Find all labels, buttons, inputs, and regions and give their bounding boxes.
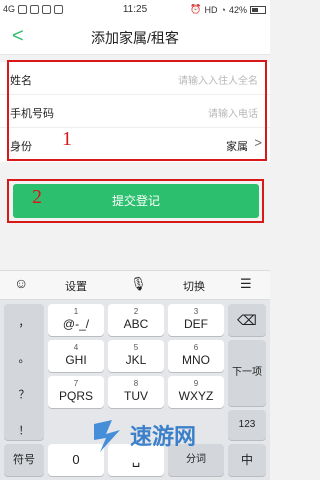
- symbol-button[interactable]: 符号: [4, 444, 44, 476]
- key-5[interactable]: 5 JKL: [108, 340, 164, 372]
- emoji-icon[interactable]: ☺: [14, 275, 28, 291]
- backspace-icon[interactable]: ⌫: [228, 304, 266, 336]
- microphone-icon[interactable]: 🎙: [130, 276, 147, 292]
- watermark-bolt-icon: [94, 420, 120, 452]
- status-right: ⏰ HD ◔ 42%: [190, 4, 266, 15]
- status-bar: 4G 11:25 ⏰ HD ◔ 42%: [0, 0, 270, 19]
- key-7[interactable]: 7 PQRS: [48, 376, 104, 408]
- next-item-button[interactable]: 下一项: [228, 340, 266, 406]
- key-4[interactable]: 4 GHI: [48, 340, 104, 372]
- highlight-box-form: [7, 60, 267, 161]
- key-9[interactable]: 9 WXYZ: [168, 376, 224, 408]
- key-1[interactable]: 1 @-_/: [48, 304, 104, 336]
- punct-key[interactable]: ？: [4, 386, 44, 402]
- watermark-text: 速游网: [130, 424, 196, 449]
- keyboard-collapse-icon[interactable]: ☰: [240, 276, 252, 292]
- battery-icon: [250, 5, 266, 14]
- alarm-icon: ⏰: [190, 4, 202, 14]
- hd-label: HD: [204, 4, 218, 15]
- key-8[interactable]: 8 TUV: [108, 376, 164, 408]
- punct-key[interactable]: ，: [4, 314, 44, 330]
- keyboard-switch[interactable]: 切换: [178, 278, 210, 294]
- battery-percent: 42%: [228, 4, 247, 15]
- wifi-icon: ◔: [220, 4, 226, 15]
- keyboard-toolbar: ☺ 设置 🎙 切换 ☰: [0, 270, 270, 300]
- nav-bar: < 添加家属/租客: [0, 19, 270, 55]
- page-title: 添加家属/租客: [91, 30, 179, 46]
- punct-key[interactable]: ！: [4, 422, 44, 438]
- highlight-box-submit: [7, 179, 264, 223]
- watermark-logo: 速游网: [94, 420, 196, 452]
- key-3[interactable]: 3 DEF: [168, 304, 224, 336]
- annotation-number-two: 2: [32, 186, 42, 208]
- key-6[interactable]: 6 MNO: [168, 340, 224, 372]
- punctuation-column[interactable]: ， 。 ？ ！: [4, 304, 44, 440]
- keyboard-settings[interactable]: 设置: [60, 278, 92, 294]
- punct-key[interactable]: 。: [4, 350, 44, 366]
- key-2[interactable]: 2 ABC: [108, 304, 164, 336]
- annotation-number-one: 1: [62, 128, 72, 150]
